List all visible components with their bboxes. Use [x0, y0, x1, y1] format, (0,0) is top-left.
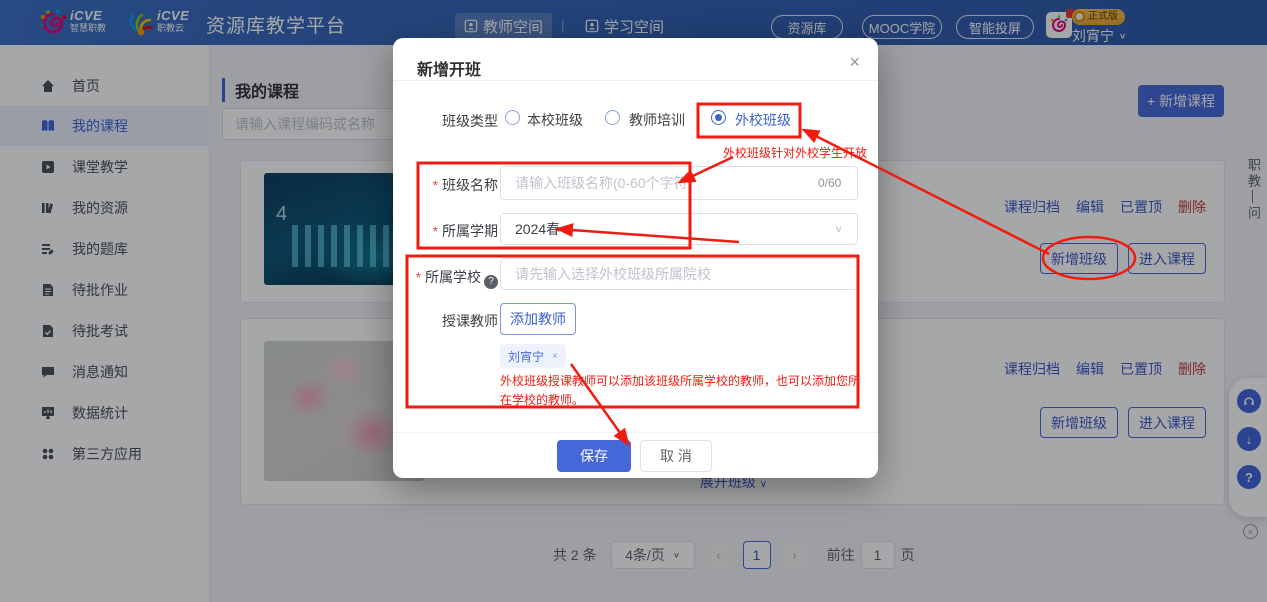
save-button[interactable]: 保存: [557, 440, 631, 472]
teacher-label: 授课教师: [403, 311, 498, 331]
class-name-label: 班级名称: [403, 175, 498, 195]
class-type-label: 班级类型: [403, 111, 498, 131]
help-icon[interactable]: ?: [484, 275, 498, 289]
divider: [393, 432, 878, 433]
radio-own-school-label[interactable]: 本校班级: [527, 110, 583, 130]
add-class-modal: 新增开班 × 班级类型 本校班级 教师培训 外校班级 外校班级针对外校学生开放 …: [393, 38, 878, 478]
divider: [393, 80, 878, 81]
radio-teacher-training-label[interactable]: 教师培训: [629, 110, 685, 130]
teacher-tag: 刘宵宁 ×: [500, 344, 566, 368]
teacher-note: 外校班级授课教师可以添加该班级所属学校的教师，也可以添加您所在学校的教师。: [500, 372, 864, 410]
radio-external-school-class[interactable]: [711, 110, 726, 125]
cancel-button[interactable]: 取 消: [640, 440, 712, 472]
screen: iCVE 智慧职教 iCVE 职教云 资源库教学平台 教师空间 |: [0, 0, 1267, 602]
school-label: 所属学校?: [403, 267, 498, 289]
radio-teacher-training[interactable]: [605, 110, 620, 125]
chevron-down-icon: ∨: [834, 223, 843, 234]
add-teacher-button[interactable]: 添加教师: [500, 303, 576, 335]
term-select[interactable]: 2024春 ∨: [500, 213, 858, 245]
char-counter: 0/60: [818, 176, 841, 190]
radio-own-school-class[interactable]: [505, 110, 520, 125]
remove-teacher-icon[interactable]: ×: [552, 351, 558, 362]
close-icon[interactable]: ×: [849, 52, 860, 73]
school-input[interactable]: [500, 258, 858, 290]
external-class-hint: 外校班级针对外校学生开放: [723, 144, 867, 161]
term-label: 所属学期: [403, 221, 498, 241]
class-name-input[interactable]: [500, 166, 858, 200]
modal-title: 新增开班: [417, 56, 481, 80]
radio-external-school-label[interactable]: 外校班级: [735, 110, 791, 130]
